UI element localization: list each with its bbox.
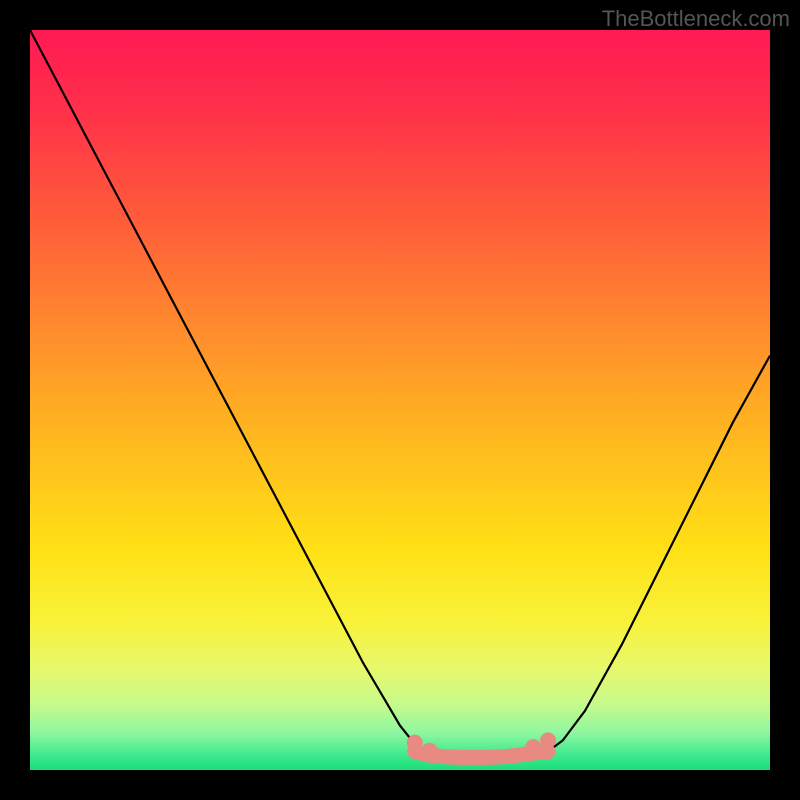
left-curve [30,30,430,752]
plot-area [30,30,770,770]
chart-curves [30,30,770,770]
right-curve [548,356,770,752]
watermark-text: TheBottleneck.com [602,6,790,32]
bottom-marker-band [407,732,556,758]
